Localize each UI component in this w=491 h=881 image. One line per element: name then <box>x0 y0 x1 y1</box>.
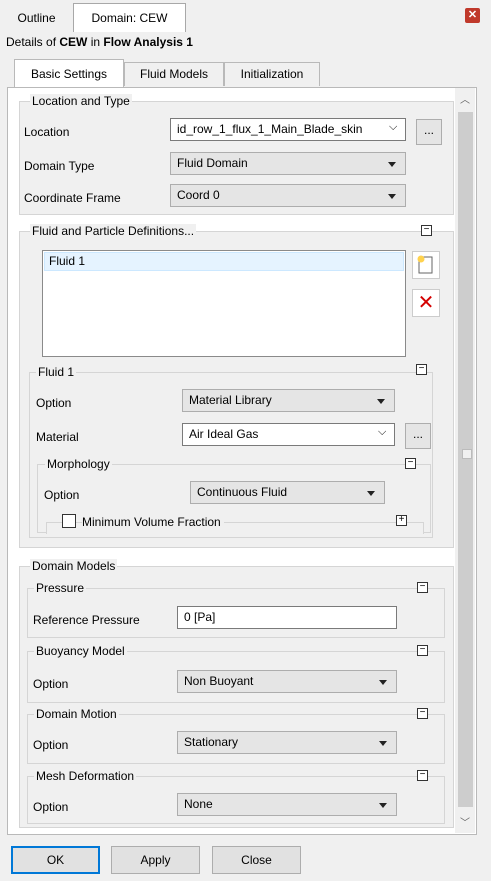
tab-fluid-models[interactable]: Fluid Models <box>124 62 224 86</box>
collapse-icon[interactable]: − <box>417 770 428 781</box>
material-label: Material <box>36 430 79 444</box>
domain-motion-option-label: Option <box>33 738 69 752</box>
fluid-list[interactable]: Fluid 1 <box>42 250 406 357</box>
collapse-icon[interactable]: − <box>405 458 416 469</box>
chevron-down-icon: ⌵ <box>378 426 387 438</box>
material-value: Air Ideal Gas <box>189 427 259 441</box>
coordinate-frame-select[interactable]: Coord 0 <box>170 184 406 207</box>
domain-type-value: Fluid Domain <box>177 156 248 170</box>
min-volume-checkbox[interactable] <box>62 514 76 528</box>
ok-button[interactable]: OK <box>11 846 100 874</box>
splitter-grip[interactable] <box>462 449 472 459</box>
domain-motion-option-value: Stationary <box>184 735 239 749</box>
close-button[interactable]: Close <box>212 846 301 874</box>
location-combo[interactable]: id_row_1_flux_1_Main_Blade_skin ⌵ <box>170 118 406 141</box>
fluid1-title: Fluid 1 <box>36 365 77 379</box>
material-more-button[interactable]: ... <box>405 423 431 449</box>
tab-domain-cew[interactable]: Domain: CEW <box>73 3 186 32</box>
morphology-title: Morphology <box>45 457 112 471</box>
morphology-option-value: Continuous Fluid <box>197 485 288 499</box>
domain-type-select[interactable]: Fluid Domain <box>170 152 406 175</box>
collapse-icon[interactable]: − <box>421 225 432 236</box>
location-label: Location <box>24 125 70 139</box>
morphology-option-select[interactable]: Continuous Fluid <box>190 481 385 504</box>
reference-pressure-input[interactable]: 0 [Pa] <box>177 606 397 629</box>
collapse-icon[interactable]: − <box>416 364 427 375</box>
dropdown-arrow-icon <box>388 194 396 199</box>
coordinate-frame-value: Coord 0 <box>177 188 220 202</box>
coordinate-frame-label: Coordinate Frame <box>24 191 121 205</box>
domain-type-label: Domain Type <box>24 159 95 173</box>
tab-initialization[interactable]: Initialization <box>224 62 320 86</box>
pressure-title: Pressure <box>34 581 87 595</box>
dropdown-arrow-icon <box>379 680 387 685</box>
collapse-icon[interactable]: − <box>417 645 428 656</box>
buoyancy-option-label: Option <box>33 677 69 691</box>
tab-basic-settings[interactable]: Basic Settings <box>14 59 124 88</box>
buoyancy-option-value: Non Buoyant <box>184 674 254 688</box>
expand-icon[interactable]: + <box>396 515 407 526</box>
dropdown-arrow-icon <box>379 803 387 808</box>
morphology-option-label: Option <box>44 488 80 502</box>
fluid1-option-label: Option <box>36 396 72 410</box>
chevron-down-icon: ⌵ <box>389 121 398 133</box>
scroll-down-icon[interactable]: ﹀ <box>455 814 475 832</box>
list-item[interactable]: Fluid 1 <box>44 252 404 271</box>
fluid-definitions-title: Fluid and Particle Definitions... <box>30 224 197 238</box>
tab-outline[interactable]: Outline <box>0 5 73 31</box>
new-item-icon[interactable] <box>412 251 440 279</box>
mesh-deformation-option-select[interactable]: None <box>177 793 397 816</box>
min-volume-label: Minimum Volume Fraction <box>82 515 224 529</box>
collapse-icon[interactable]: − <box>417 582 428 593</box>
collapse-icon[interactable]: − <box>417 708 428 719</box>
location-value: id_row_1_flux_1_Main_Blade_skin <box>177 122 363 136</box>
reference-pressure-label: Reference Pressure <box>33 613 140 627</box>
dropdown-arrow-icon <box>379 741 387 746</box>
dropdown-arrow-icon <box>377 399 385 404</box>
fluid1-option-select[interactable]: Material Library <box>182 389 395 412</box>
vertical-scrollbar[interactable]: ︿ ﹀ <box>455 88 475 833</box>
delete-icon[interactable]: ✕ <box>412 289 440 317</box>
apply-button[interactable]: Apply <box>111 846 200 874</box>
mesh-deformation-title: Mesh Deformation <box>34 769 137 783</box>
close-icon[interactable]: ✕ <box>465 8 480 23</box>
dropdown-arrow-icon <box>388 162 396 167</box>
domain-models-title: Domain Models <box>30 559 118 573</box>
scroll-up-icon[interactable]: ︿ <box>455 91 475 109</box>
dropdown-arrow-icon <box>367 491 375 496</box>
domain-motion-option-select[interactable]: Stationary <box>177 731 397 754</box>
mesh-deformation-option-label: Option <box>33 800 69 814</box>
buoyancy-title: Buoyancy Model <box>34 644 127 658</box>
buoyancy-option-select[interactable]: Non Buoyant <box>177 670 397 693</box>
mesh-deformation-option-value: None <box>184 797 213 811</box>
material-combo[interactable]: Air Ideal Gas ⌵ <box>182 423 395 446</box>
location-more-button[interactable]: ... <box>416 119 442 145</box>
location-and-type-title: Location and Type <box>30 94 132 108</box>
domain-motion-title: Domain Motion <box>34 707 119 721</box>
scroll-thumb[interactable] <box>458 112 473 807</box>
fluid1-option-value: Material Library <box>189 393 272 407</box>
details-title: Details of CEW in Flow Analysis 1 <box>6 35 193 49</box>
